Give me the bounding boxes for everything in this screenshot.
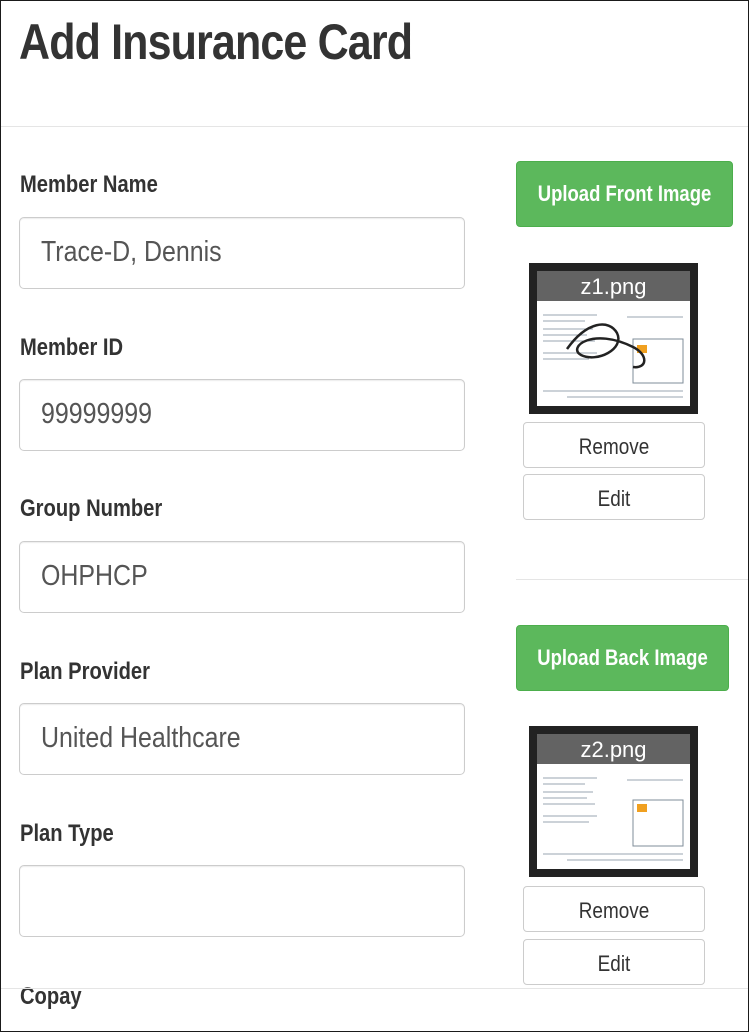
edit-back-image-label: Edit — [597, 951, 631, 976]
member-id-field[interactable]: 99999999 — [19, 379, 465, 451]
back-image-thumbnail[interactable]: z2.png — [529, 726, 698, 877]
footer-divider — [1, 988, 748, 989]
edit-front-image-label: Edit — [597, 486, 631, 511]
member-id-label: Member ID — [20, 334, 124, 361]
group-number-value: OHPHCP — [41, 560, 148, 592]
edit-front-image-button[interactable]: Edit — [523, 474, 705, 520]
plan-type-field[interactable] — [19, 865, 465, 937]
upload-back-image-button[interactable]: Upload Back Image — [516, 625, 729, 691]
page-title: Add Insurance Card — [19, 14, 413, 70]
member-name-label: Member Name — [20, 171, 158, 198]
edit-back-image-button[interactable]: Edit — [523, 939, 705, 985]
plan-provider-value: United Healthcare — [41, 722, 241, 754]
remove-front-image-label: Remove — [578, 434, 650, 459]
back-image-filename: z2.png — [580, 737, 647, 762]
remove-front-image-button[interactable]: Remove — [523, 422, 705, 468]
remove-back-image-label: Remove — [578, 898, 650, 923]
title-divider — [1, 126, 748, 127]
add-insurance-card-panel: Add Insurance Card Member Name Trace-D, … — [0, 0, 749, 1032]
plan-provider-field[interactable]: United Healthcare — [19, 703, 465, 775]
group-number-label: Group Number — [20, 495, 163, 522]
member-name-value: Trace-D, Dennis — [41, 236, 222, 268]
remove-back-image-button[interactable]: Remove — [523, 886, 705, 932]
upload-back-image-label: Upload Back Image — [537, 645, 708, 670]
front-image-thumbnail[interactable]: z1.png — [529, 263, 698, 414]
member-name-field[interactable]: Trace-D, Dennis — [19, 217, 465, 289]
image-section-divider — [516, 579, 748, 580]
plan-type-label: Plan Type — [20, 820, 114, 847]
front-image-filename: z1.png — [580, 274, 647, 299]
group-number-field[interactable]: OHPHCP — [19, 541, 465, 613]
upload-front-image-button[interactable]: Upload Front Image — [516, 161, 733, 227]
upload-front-image-label: Upload Front Image — [537, 181, 712, 206]
plan-provider-label: Plan Provider — [20, 658, 150, 685]
member-id-value: 99999999 — [41, 398, 152, 430]
